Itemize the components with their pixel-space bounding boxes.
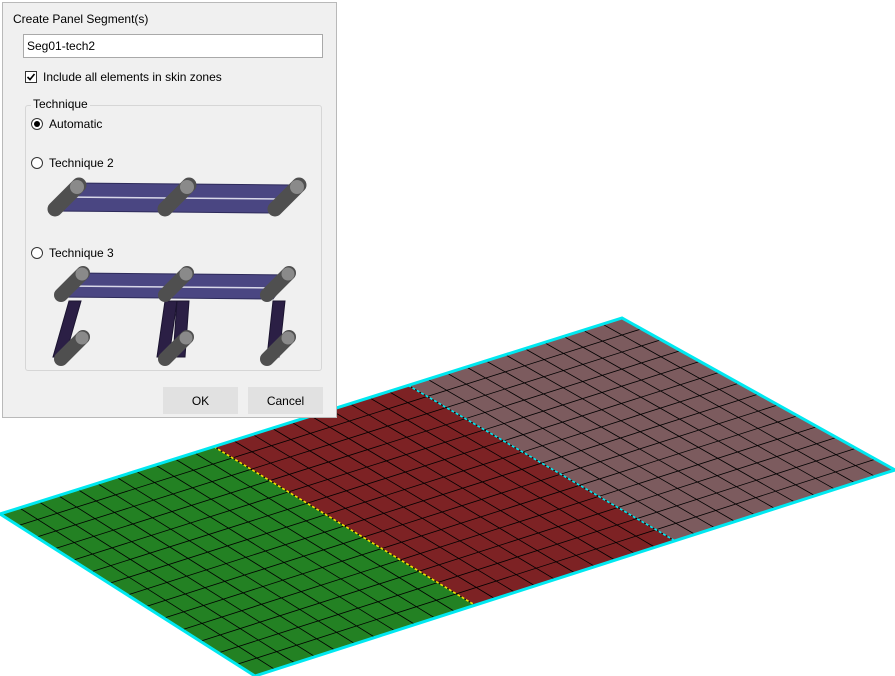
technique-3-diagram-icon (52, 266, 296, 366)
radio-automatic[interactable]: Automatic (31, 116, 102, 132)
radio-technique-2-label: Technique 2 (49, 156, 114, 170)
create-panel-segment-dialog: Create Panel Segment(s) Include all elem… (2, 2, 337, 418)
radio-technique-3[interactable]: Technique 3 (31, 245, 114, 261)
checkmark-icon (26, 73, 36, 81)
radio-automatic-label: Automatic (49, 117, 103, 131)
include-elements-checkbox-row[interactable]: Include all elements in skin zones (25, 69, 222, 85)
radio-technique-2[interactable]: Technique 2 (31, 155, 114, 171)
ok-button[interactable]: OK (163, 387, 238, 414)
technique-group-label: Technique (31, 97, 90, 111)
include-elements-checkbox[interactable] (25, 71, 37, 83)
cancel-button[interactable]: Cancel (248, 387, 323, 414)
segment-name-input[interactable] (23, 34, 323, 58)
dialog-title: Create Panel Segment(s) (13, 12, 149, 26)
radio-technique-3-label: Technique 3 (49, 246, 114, 260)
radio-technique-2-button[interactable] (31, 157, 43, 169)
include-elements-label: Include all elements in skin zones (43, 70, 222, 84)
radio-automatic-button[interactable] (31, 118, 43, 130)
radio-technique-3-button[interactable] (31, 247, 43, 259)
technique-2-diagram-icon (47, 177, 307, 217)
